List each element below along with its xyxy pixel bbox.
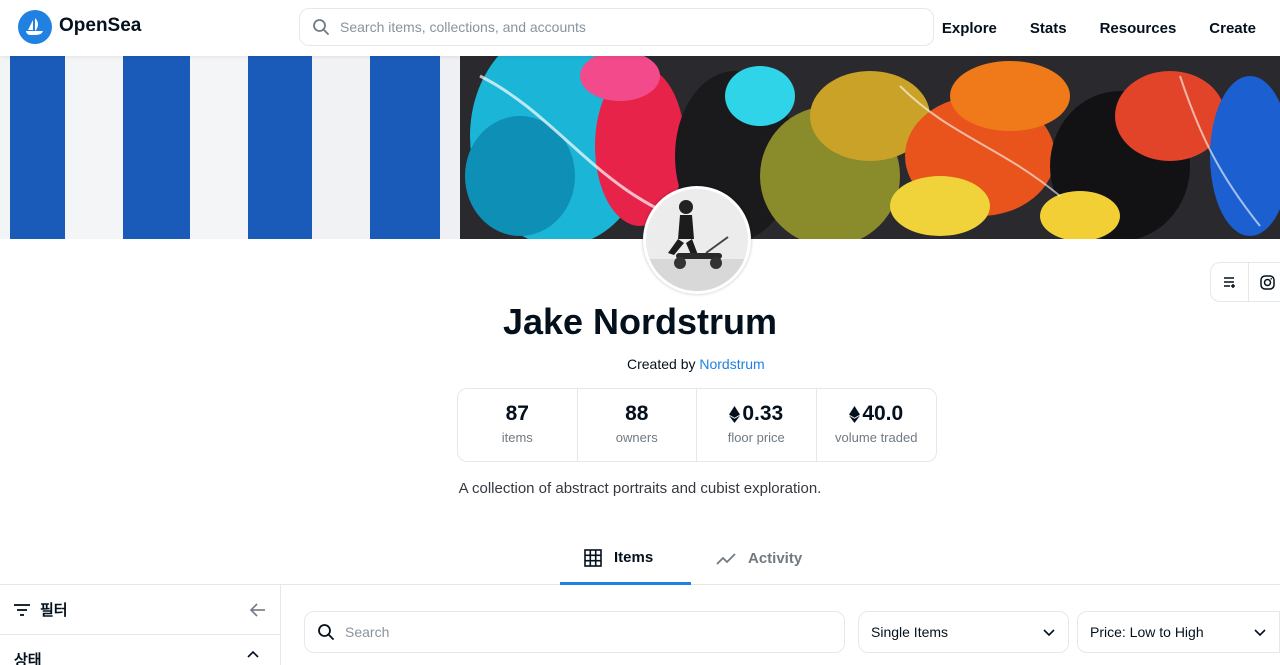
collection-description-text: A collection of abstract portraits and c… — [458, 480, 822, 497]
search-icon — [318, 624, 334, 640]
created-by-label: Created by — [627, 356, 700, 372]
filter-status-label: 상태 — [14, 652, 42, 665]
chevron-down-icon — [1043, 629, 1055, 637]
creator-link[interactable]: Nordstrum — [699, 356, 764, 372]
nav-explore[interactable]: Explore — [942, 20, 997, 37]
stat-floor-price-label: floor price — [727, 430, 785, 445]
nav-links: Explore Stats Resources Create — [942, 0, 1280, 56]
nav-resources[interactable]: Resources — [1100, 20, 1177, 37]
watchlist-button[interactable] — [1211, 263, 1249, 301]
ethereum-icon — [849, 405, 861, 423]
filter-status-section[interactable]: 상태 — [0, 635, 280, 665]
opensea-logo-icon[interactable] — [18, 10, 52, 44]
search-icon — [313, 19, 329, 35]
stat-floor-price[interactable]: 0.33 floor price — [697, 389, 817, 461]
filter-title: 필터 — [40, 602, 68, 619]
stat-items[interactable]: 87 items — [458, 389, 578, 461]
item-type-select-value: Single Items — [871, 624, 949, 640]
chevron-up-icon — [247, 650, 259, 658]
stat-owners-label: owners — [615, 430, 658, 445]
filter-header[interactable]: 필터 — [0, 585, 280, 635]
social-links — [1210, 262, 1280, 302]
arrow-left-icon[interactable] — [250, 602, 266, 617]
trending-icon — [716, 552, 736, 565]
stat-owners-value: 88 — [625, 402, 649, 425]
global-search[interactable] — [299, 8, 934, 46]
sort-select-value: Price: Low to High — [1090, 624, 1204, 640]
sort-select[interactable]: Price: Low to High — [1077, 611, 1280, 653]
tab-items[interactable]: Items — [560, 533, 691, 585]
top-nav: OpenSea Explore Stats Resources Create — [0, 0, 1280, 56]
stat-volume-traded[interactable]: 40.0 volume traded — [817, 389, 937, 461]
stat-volume-traded-value: 40.0 — [862, 402, 904, 425]
instagram-button[interactable] — [1249, 263, 1280, 301]
brand-name[interactable]: OpenSea — [59, 15, 141, 37]
global-search-input[interactable] — [340, 19, 900, 35]
filter-icon — [14, 603, 30, 616]
created-by: Created by Nordstrum — [627, 356, 765, 372]
tab-activity-label: Activity — [748, 550, 803, 567]
collection-title-text: Jake Nordstrum — [502, 301, 778, 342]
nav-create[interactable]: Create — [1209, 20, 1256, 37]
collection-title: Jake Nordstrum — [0, 301, 1280, 343]
collection-avatar — [643, 186, 751, 294]
ethereum-icon — [729, 405, 741, 423]
chevron-down-icon — [1254, 629, 1266, 637]
instagram-icon — [1260, 274, 1275, 290]
tab-activity[interactable]: Activity — [716, 533, 802, 584]
stat-owners[interactable]: 88 owners — [578, 389, 697, 461]
nav-stats[interactable]: Stats — [1030, 20, 1067, 37]
stat-volume-traded-label: volume traded — [835, 430, 918, 445]
collection-banner — [0, 56, 1280, 239]
stat-items-label: items — [501, 430, 533, 445]
collection-tabs: Items Activity — [0, 533, 1280, 585]
stat-items-value: 87 — [505, 402, 529, 425]
tab-items-label: Items — [614, 549, 654, 566]
stat-floor-price-value: 0.33 — [742, 402, 784, 425]
filter-panel: 필터 상태 — [0, 585, 281, 665]
collection-search-input[interactable] — [345, 624, 825, 640]
collection-search[interactable] — [304, 611, 845, 653]
collection-description: A collection of abstract portraits and c… — [0, 480, 1280, 497]
collection-stats: 87 items 88 owners 0.33 floor price 40.0… — [457, 388, 937, 462]
item-type-select[interactable]: Single Items — [858, 611, 1069, 653]
list-add-icon — [1223, 277, 1235, 288]
grid-icon — [584, 548, 602, 567]
